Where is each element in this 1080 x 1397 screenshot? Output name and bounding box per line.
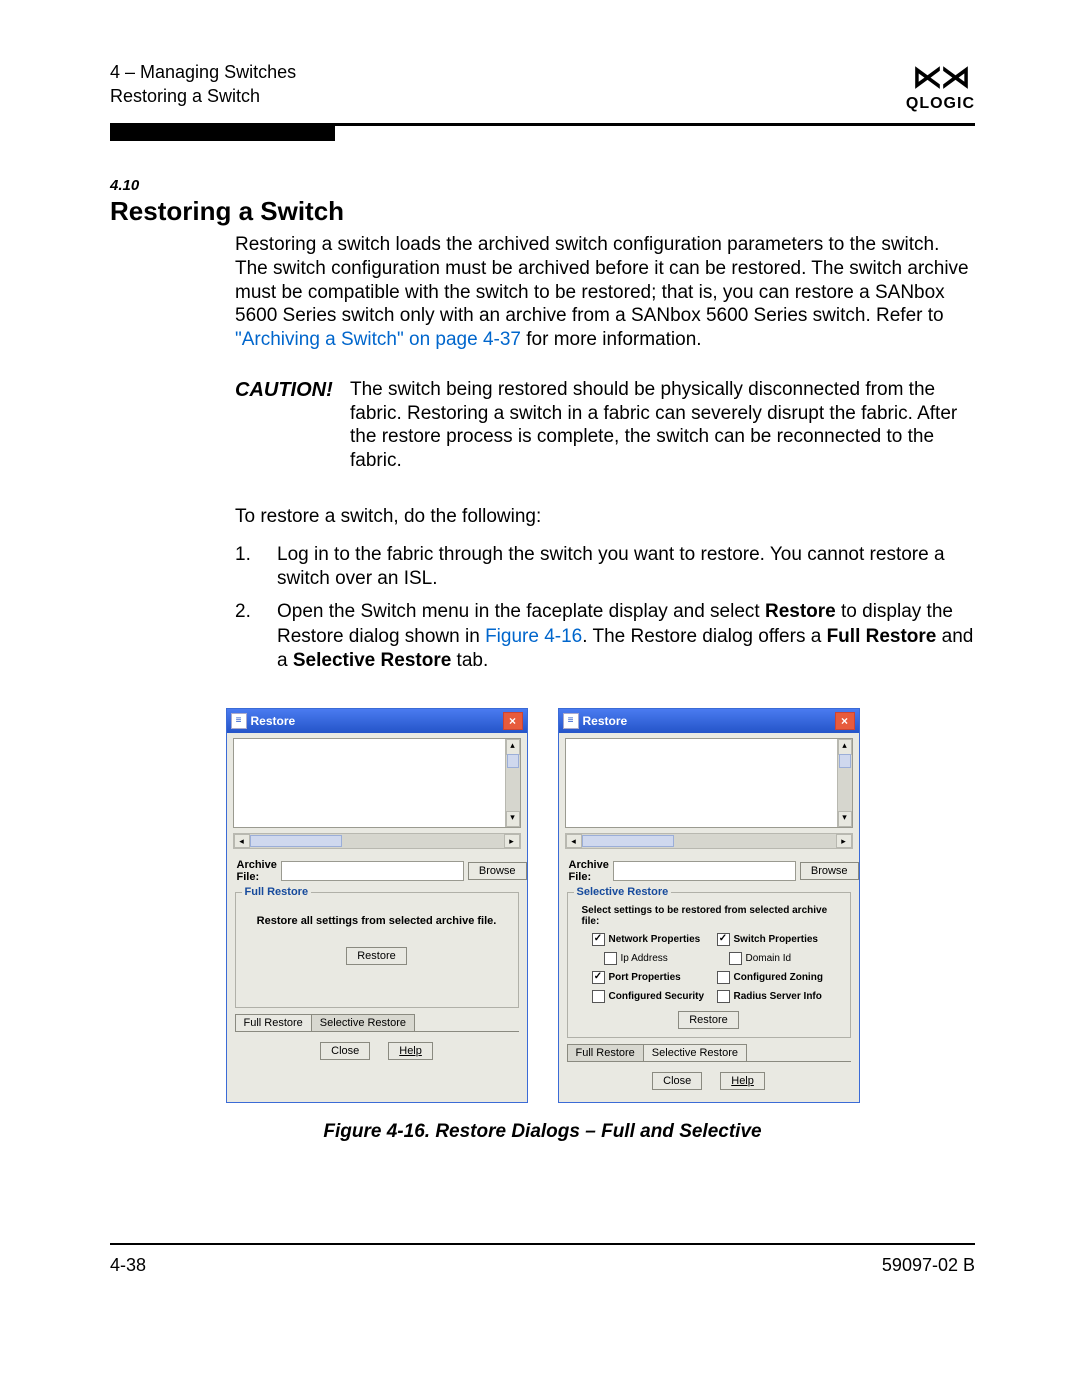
chk-configured-security[interactable]: Configured Security xyxy=(592,990,711,1003)
preview-area: ▴ ▾ xyxy=(233,738,521,828)
caution-text: The switch being restored should be phys… xyxy=(350,378,975,473)
browse-button[interactable]: Browse xyxy=(800,862,859,880)
restore-dialog-full: ≡ Restore × ▴ ▾ ◂ ▸ Archive File: Browse xyxy=(226,708,528,1103)
figure-link[interactable]: Figure 4-16 xyxy=(485,626,582,647)
scroll-right-icon[interactable]: ▸ xyxy=(836,834,852,848)
qlogic-logo: ⋉⋊ QLOGIC xyxy=(906,60,975,113)
page-footer: 4-38 59097-02 B xyxy=(110,1255,975,1276)
full-restore-group: Full Restore Restore all settings from s… xyxy=(235,892,519,1008)
chk-domain-id[interactable]: Domain Id xyxy=(729,952,836,965)
chk-radius-server-info[interactable]: Radius Server Info xyxy=(717,990,836,1003)
scroll-thumb[interactable] xyxy=(507,754,519,768)
dialog-titlebar[interactable]: ≡ Restore × xyxy=(559,709,859,733)
dialog-titlebar[interactable]: ≡ Restore × xyxy=(227,709,527,733)
archive-file-input[interactable] xyxy=(613,861,796,881)
intro-paragraph: Restoring a switch loads the archived sw… xyxy=(235,233,975,352)
caution-label: CAUTION! xyxy=(235,378,350,403)
scroll-up-icon[interactable]: ▴ xyxy=(506,739,520,755)
browse-button[interactable]: Browse xyxy=(468,862,527,880)
vertical-scrollbar[interactable]: ▴ ▾ xyxy=(837,739,852,827)
tab-selective-restore[interactable]: Selective Restore xyxy=(643,1044,747,1062)
scroll-down-icon[interactable]: ▾ xyxy=(506,811,520,827)
close-icon[interactable]: × xyxy=(835,712,855,730)
horizontal-scrollbar[interactable]: ◂ ▸ xyxy=(565,833,853,849)
restore-button[interactable]: Restore xyxy=(346,947,407,965)
scroll-up-icon[interactable]: ▴ xyxy=(838,739,852,755)
help-button[interactable]: Help xyxy=(388,1042,433,1060)
tab-full-restore[interactable]: Full Restore xyxy=(567,1044,644,1062)
figure-caption: Figure 4-16. Restore Dialogs – Full and … xyxy=(110,1121,975,1143)
hscroll-thumb[interactable] xyxy=(250,835,342,847)
figure-dialogs: ≡ Restore × ▴ ▾ ◂ ▸ Archive File: Browse xyxy=(110,708,975,1103)
close-button[interactable]: Close xyxy=(652,1072,702,1090)
selective-note: Select settings to be restored from sele… xyxy=(582,905,842,927)
doc-number: 59097-02 B xyxy=(882,1255,975,1276)
step-1: Log in to the fabric through the switch … xyxy=(235,543,975,592)
scroll-left-icon[interactable]: ◂ xyxy=(566,834,582,848)
scroll-thumb[interactable] xyxy=(839,754,851,768)
chk-configured-zoning[interactable]: Configured Zoning xyxy=(717,971,836,984)
archive-file-label: Archive File: xyxy=(569,859,609,883)
close-button[interactable]: Close xyxy=(320,1042,370,1060)
hscroll-thumb[interactable] xyxy=(582,835,674,847)
caution-block: CAUTION! The switch being restored shoul… xyxy=(235,378,975,473)
app-icon: ≡ xyxy=(231,713,247,729)
logo-glyph-icon: ⋉⋊ xyxy=(906,60,975,95)
section-title: Restoring a Switch xyxy=(110,196,975,227)
page-header: 4 – Managing Switches Restoring a Switch… xyxy=(110,60,975,113)
page-number: 4-38 xyxy=(110,1255,146,1276)
chk-port-properties[interactable]: ✓Port Properties xyxy=(592,971,711,984)
archiving-link[interactable]: "Archiving a Switch" on page 4-37 xyxy=(235,329,521,350)
help-button[interactable]: Help xyxy=(720,1072,765,1090)
horizontal-scrollbar[interactable]: ◂ ▸ xyxy=(233,833,521,849)
chapter-line: 4 – Managing Switches xyxy=(110,60,296,84)
section-number: 4.10 xyxy=(110,177,975,194)
chk-switch-properties[interactable]: ✓Switch Properties xyxy=(717,933,836,946)
scroll-left-icon[interactable]: ◂ xyxy=(234,834,250,848)
section-line: Restoring a Switch xyxy=(110,84,296,108)
footer-rule xyxy=(110,1243,975,1245)
preview-area: ▴ ▾ xyxy=(565,738,853,828)
tab-full-restore[interactable]: Full Restore xyxy=(235,1014,312,1032)
restore-dialog-selective: ≡ Restore × ▴ ▾ ◂ ▸ Archive File: Browse xyxy=(558,708,860,1103)
chk-ip-address[interactable]: Ip Address xyxy=(604,952,711,965)
header-accent-bar xyxy=(110,126,335,141)
restore-button[interactable]: Restore xyxy=(678,1011,739,1029)
vertical-scrollbar[interactable]: ▴ ▾ xyxy=(505,739,520,827)
scroll-right-icon[interactable]: ▸ xyxy=(504,834,520,848)
app-icon: ≡ xyxy=(563,713,579,729)
archive-file-input[interactable] xyxy=(281,861,464,881)
step-2: Open the Switch menu in the faceplate di… xyxy=(235,600,975,674)
tab-selective-restore[interactable]: Selective Restore xyxy=(311,1014,415,1032)
scroll-down-icon[interactable]: ▾ xyxy=(838,811,852,827)
archive-file-label: Archive File: xyxy=(237,859,277,883)
steps-list: Log in to the fabric through the switch … xyxy=(235,543,975,674)
chk-network-properties[interactable]: ✓Network Properties xyxy=(592,933,711,946)
full-restore-text: Restore all settings from selected archi… xyxy=(244,915,510,927)
selective-restore-group: Selective Restore Select settings to be … xyxy=(567,892,851,1038)
steps-lead-in: To restore a switch, do the following: xyxy=(235,505,975,529)
close-icon[interactable]: × xyxy=(503,712,523,730)
